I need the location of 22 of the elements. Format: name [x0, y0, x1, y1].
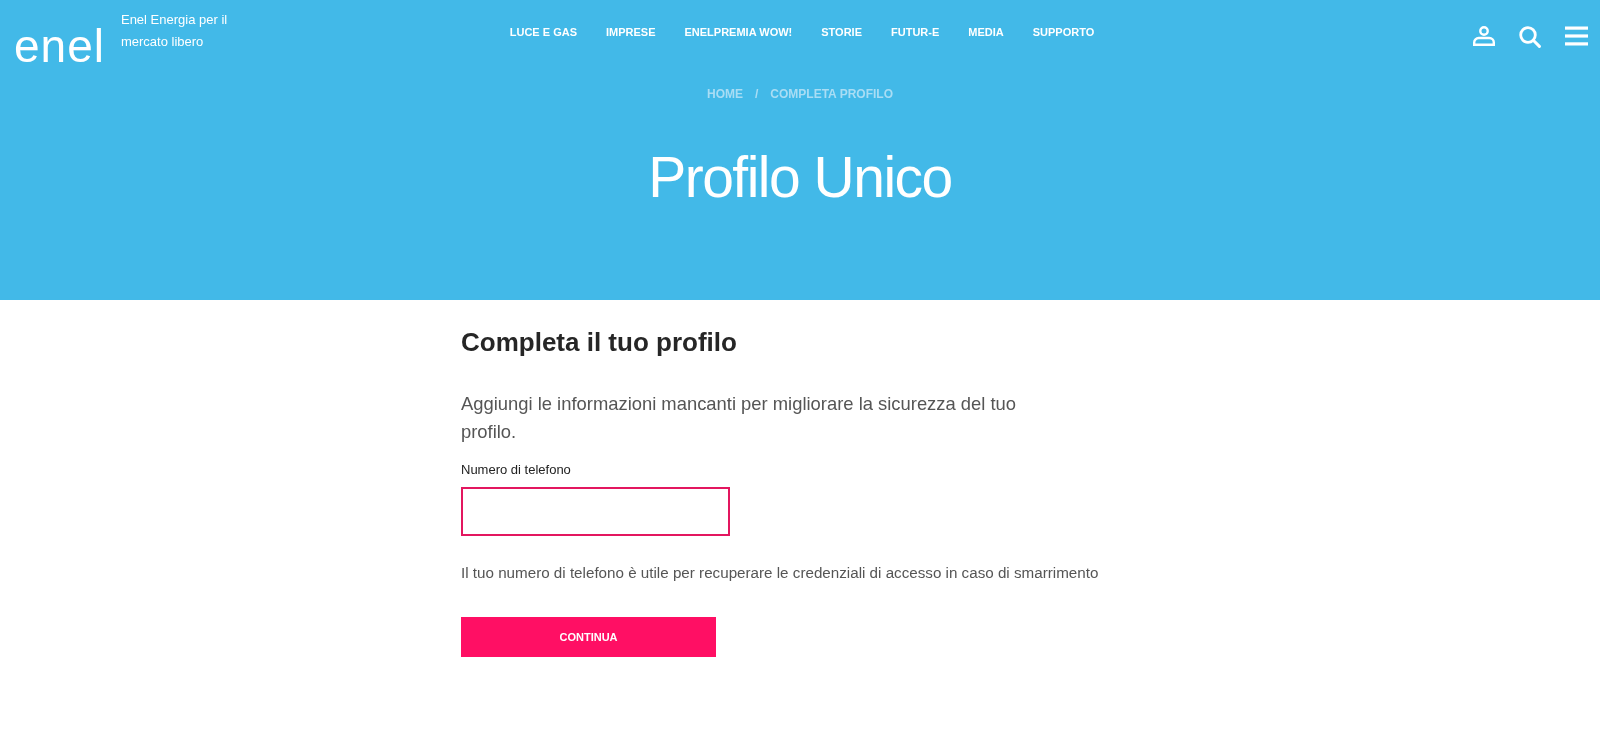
intro-text: Aggiungi le informazioni mancanti per migliorare la sicurezza del tuo profilo.	[461, 392, 1018, 444]
nav-link[interactable]: MEDIA	[968, 25, 1004, 39]
phone-input[interactable]	[461, 487, 730, 536]
nav-link[interactable]: SUPPORTO	[1032, 25, 1095, 39]
site-logo[interactable]: enel	[14, 23, 105, 69]
form-heading: Completa il tuo profilo	[461, 327, 738, 358]
nav-link[interactable]: FUTUR-E	[891, 25, 940, 39]
breadcrumb-link[interactable]: HOME	[707, 87, 743, 101]
hint-text: Il tuo numero di telefono è utile per recuperare le credenziali di accesso in caso di smarrimento	[461, 563, 1100, 582]
nav-link[interactable]: IMPRESE	[605, 25, 656, 39]
nav-link[interactable]: ENELPREMIA WOW!	[684, 25, 793, 39]
menu-icon[interactable]	[1565, 26, 1588, 46]
field-label: Numero di telefono	[461, 462, 572, 478]
breadcrumb-separator: /	[755, 87, 759, 101]
site-tagline: Enel Energia per il mercato libero	[120, 11, 229, 51]
breadcrumb-current: COMPLETA PROFILO	[770, 87, 893, 101]
continue-button[interactable]: CONTINUA	[461, 617, 716, 657]
nav-link[interactable]: STORIE	[821, 25, 862, 39]
page-title: Profilo Unico	[647, 144, 953, 210]
search-icon[interactable]	[1519, 26, 1541, 48]
user-icon[interactable]	[1473, 26, 1495, 46]
nav-link[interactable]: LUCE E GAS	[509, 25, 577, 39]
